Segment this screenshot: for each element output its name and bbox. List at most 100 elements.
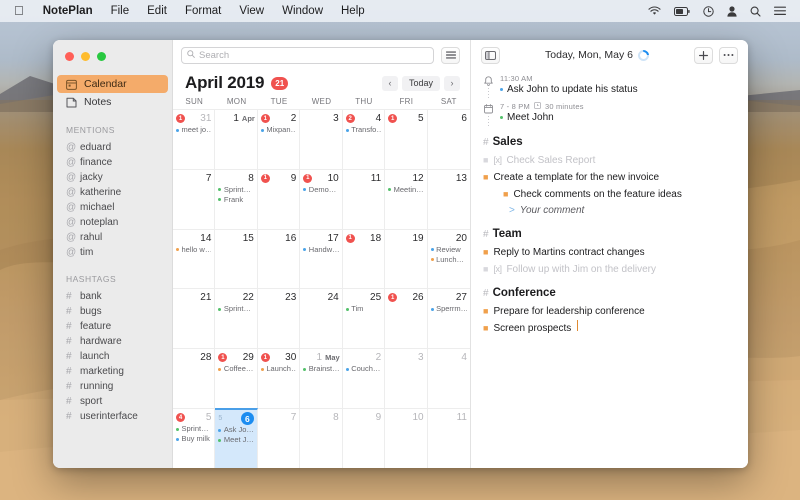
calendar-day-cell[interactable]: 1 30 Launch… bbox=[258, 349, 301, 409]
split-view-button[interactable] bbox=[481, 46, 500, 64]
todo-item[interactable]: ■ Reply to Martins contract changes bbox=[483, 244, 734, 261]
menu-item-format[interactable]: Format bbox=[176, 0, 230, 22]
apple-logo-icon[interactable]:  bbox=[8, 0, 34, 22]
sidebar-mention-eduard[interactable]: @ eduard bbox=[53, 140, 172, 155]
battery-icon[interactable] bbox=[674, 6, 690, 16]
calendar-day-cell[interactable]: 13 bbox=[428, 170, 470, 229]
calendar-event[interactable]: Transfo… bbox=[345, 125, 381, 135]
sidebar-mention-michael[interactable]: @ michael bbox=[53, 200, 172, 215]
calendar-event[interactable]: Review bbox=[430, 245, 467, 255]
calendar-day-cell[interactable]: 12 Meetin… bbox=[385, 169, 428, 229]
calendar-event[interactable]: Handw… bbox=[303, 245, 339, 255]
todo-bullet-icon[interactable]: ■ bbox=[483, 320, 488, 336]
calendar-event[interactable]: Launch… bbox=[260, 364, 296, 374]
todo-bullet-icon[interactable]: ■ bbox=[483, 303, 488, 319]
list-view-button[interactable] bbox=[441, 46, 460, 64]
calendar-day-cell[interactable]: 16 bbox=[258, 229, 301, 289]
calendar-day-cell[interactable]: 17 Handw… bbox=[300, 229, 343, 289]
sidebar-item-calendar[interactable]: Calendar bbox=[57, 75, 168, 93]
checkbox-icon[interactable]: [x] bbox=[493, 261, 502, 277]
wifi-icon[interactable] bbox=[648, 6, 661, 16]
calendar-event[interactable]: Sprint… bbox=[218, 304, 253, 314]
sidebar-hashtag-hardware[interactable]: # hardware bbox=[53, 334, 172, 349]
calendar-day-cell[interactable]: 1 10 Demo… bbox=[300, 169, 343, 229]
calendar-event[interactable]: Buy milk bbox=[176, 434, 211, 444]
add-note-button[interactable] bbox=[694, 46, 713, 64]
calendar-event[interactable]: Meetin… bbox=[388, 185, 424, 195]
menu-item-view[interactable]: View bbox=[230, 0, 273, 22]
calendar-day-cell[interactable]: 11 bbox=[343, 169, 386, 229]
calendar-day-cell[interactable]: 7 bbox=[258, 409, 301, 468]
calendar-day-cell[interactable]: 22 Sprint… bbox=[215, 289, 258, 349]
calendar-day-cell[interactable]: 1 18 bbox=[343, 229, 386, 289]
calendar-event[interactable]: meet jo… bbox=[176, 125, 211, 135]
note-event[interactable]: 11:30 AM Ask John to update his status bbox=[483, 74, 734, 99]
calendar-day-cell[interactable]: 1 May Brainst… bbox=[300, 349, 343, 409]
calendar-day-cell[interactable]: 4 5 Sprint… Buy milk bbox=[173, 409, 216, 468]
todo-item[interactable]: ■ Check comments on the feature ideas bbox=[483, 186, 734, 203]
calendar-event[interactable]: Brainst… bbox=[303, 364, 339, 374]
todo-item[interactable]: ■ Screen prospects bbox=[483, 320, 734, 337]
todo-item[interactable]: ■ [x] Follow up with Jim on the delivery bbox=[483, 261, 734, 278]
sidebar-hashtag-bank[interactable]: # bank bbox=[53, 289, 172, 304]
calendar-day-cell[interactable]: 1 Apr bbox=[215, 110, 258, 169]
calendar-event[interactable]: Lunch… bbox=[430, 255, 467, 265]
sidebar-hashtag-running[interactable]: # running bbox=[53, 379, 172, 394]
note-event[interactable]: 7 - 8 PM 30 minutes Meet John bbox=[483, 102, 734, 127]
user-icon[interactable] bbox=[727, 5, 737, 17]
calendar-day-cell[interactable]: 1 31 meet jo… bbox=[173, 110, 216, 169]
calendar-day-cell[interactable]: 14 hello w… bbox=[173, 229, 216, 289]
calendar-day-cell[interactable]: 19 bbox=[258, 169, 301, 229]
calendar-day-cell[interactable]: 15 bbox=[385, 110, 428, 169]
calendar-day-cell[interactable]: 25 Tim bbox=[343, 289, 386, 349]
sidebar-hashtag-bugs[interactable]: # bugs bbox=[53, 304, 172, 319]
todo-bullet-icon[interactable]: ■ bbox=[483, 244, 488, 260]
calendar-day-cell[interactable]: 9 bbox=[343, 409, 386, 468]
calendar-day-cell[interactable]: 19 bbox=[385, 229, 428, 289]
search-input[interactable]: Search bbox=[181, 46, 434, 64]
calendar-event[interactable]: Ask Jo… bbox=[218, 425, 254, 435]
calendar-event[interactable]: Coffee… bbox=[218, 364, 253, 374]
calendar-day-cell[interactable]: 3 bbox=[300, 110, 343, 169]
calendar-day-cell[interactable]: 6 bbox=[428, 110, 470, 169]
sidebar-mention-tim[interactable]: @ tim bbox=[53, 245, 172, 260]
more-options-button[interactable] bbox=[719, 46, 738, 64]
calendar-event[interactable]: Sperrm… bbox=[430, 304, 467, 314]
calendar-day-cell[interactable]: 1 2 Mixpan… bbox=[258, 110, 301, 169]
todo-item[interactable]: ■ Prepare for leadership conference bbox=[483, 303, 734, 320]
calendar-day-cell[interactable]: 5 6 Ask Jo… Meet J… bbox=[215, 408, 258, 468]
next-month-button[interactable]: › bbox=[444, 75, 460, 91]
calendar-day-cell[interactable]: 2 Couch… bbox=[343, 349, 386, 409]
calendar-day-cell[interactable]: 8 bbox=[300, 409, 343, 468]
menu-item-window[interactable]: Window bbox=[273, 0, 332, 22]
menu-item-file[interactable]: File bbox=[102, 0, 139, 22]
calendar-day-cell[interactable]: 1 29 Coffee… bbox=[215, 349, 258, 409]
calendar-day-cell[interactable]: 24 bbox=[300, 289, 343, 349]
calendar-event[interactable]: Frank bbox=[218, 195, 253, 205]
sidebar-item-notes[interactable]: Notes bbox=[57, 93, 168, 111]
calendar-day-cell[interactable]: 10 bbox=[385, 409, 428, 468]
sidebar-mention-katherine[interactable]: @ katherine bbox=[53, 185, 172, 200]
calendar-event[interactable]: Tim bbox=[345, 304, 381, 314]
today-button[interactable]: Today bbox=[401, 75, 440, 91]
sidebar-hashtag-launch[interactable]: # launch bbox=[53, 349, 172, 364]
calendar-day-cell[interactable]: 8 Sprint… Frank bbox=[215, 169, 258, 229]
calendar-event[interactable]: Couch… bbox=[345, 364, 381, 374]
calendar-event[interactable]: Mixpan… bbox=[260, 125, 296, 135]
sidebar-mention-jacky[interactable]: @ jacky bbox=[53, 170, 172, 185]
note-content[interactable]: 11:30 AM Ask John to update his status 7 -… bbox=[471, 70, 748, 468]
todo-bullet-icon[interactable]: ■ bbox=[503, 186, 508, 202]
calendar-day-cell[interactable]: 20 Review Lunch… bbox=[428, 230, 470, 289]
calendar-event[interactable]: Demo… bbox=[303, 185, 338, 195]
control-center-icon[interactable] bbox=[774, 6, 786, 16]
sidebar-hashtag-marketing[interactable]: # marketing bbox=[53, 364, 172, 379]
note-comment[interactable]: > Your comment bbox=[483, 203, 734, 219]
calendar-day-cell[interactable]: 11 bbox=[428, 409, 470, 468]
menu-item-noteplan[interactable]: NotePlan bbox=[34, 0, 102, 22]
calendar-day-cell[interactable]: 7 bbox=[173, 169, 216, 229]
prev-month-button[interactable]: ‹ bbox=[381, 75, 398, 91]
calendar-day-cell[interactable]: 4 bbox=[428, 349, 470, 408]
todo-bullet-icon[interactable]: ■ bbox=[483, 261, 488, 277]
sidebar-mention-finance[interactable]: @ finance bbox=[53, 155, 172, 170]
calendar-day-cell[interactable]: 28 bbox=[173, 349, 216, 409]
